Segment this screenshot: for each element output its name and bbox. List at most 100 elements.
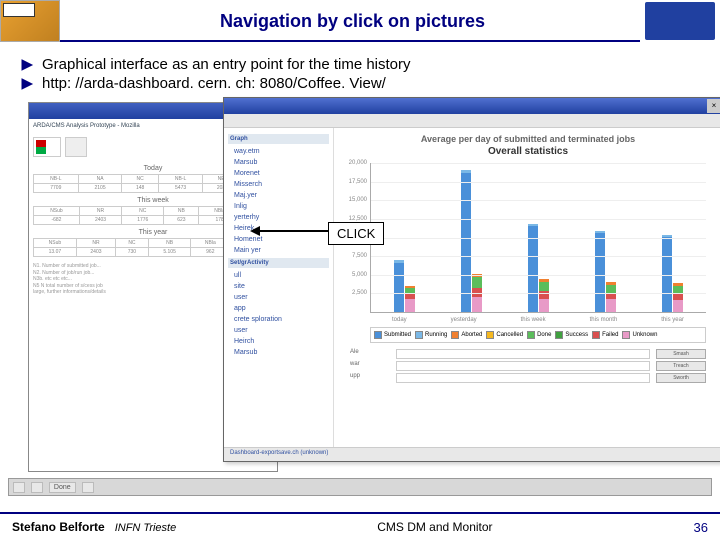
- slide-title: Navigation by click on pictures: [60, 11, 645, 32]
- sidebar-item[interactable]: app: [228, 303, 329, 314]
- legend-item: Submitted: [374, 331, 411, 339]
- x-tick: this week: [521, 317, 546, 323]
- bar: [405, 286, 415, 312]
- legend-swatch: [527, 331, 535, 339]
- bar: [606, 282, 616, 312]
- cms-logo: [0, 0, 60, 42]
- control-field[interactable]: [396, 361, 650, 371]
- legend-item: Running: [415, 331, 447, 339]
- legend-label: Unknown: [632, 332, 657, 338]
- window-titlebar: ×: [224, 98, 720, 114]
- legend-item: Done: [527, 331, 551, 339]
- arda-logo: [33, 137, 61, 157]
- bar-chart: 2,5005,0007,50010,00012,50015,00017,5002…: [370, 163, 706, 313]
- footer-author: Stefano Belforte INFN Trieste: [12, 520, 176, 534]
- control-row: upp Sworth: [350, 373, 706, 383]
- arrow-bullet-icon: [20, 77, 34, 91]
- sidebar-item[interactable]: site: [228, 281, 329, 292]
- sidebar: Graphway.etmMarsubMorenetMisserchMaj.yer…: [224, 128, 334, 447]
- legend-item: Success: [555, 331, 588, 339]
- footer-center: CMS DM and Monitor: [176, 520, 693, 534]
- x-axis: todayyesterdaythis weekthis monththis ye…: [370, 317, 706, 323]
- browser-window-front: × Graphway.etmMarsubMorenetMisserchMaj.y…: [223, 97, 720, 462]
- click-annotation: CLICK: [328, 222, 384, 245]
- sidebar-item[interactable]: Homenet: [228, 234, 329, 245]
- taskbar-item[interactable]: [13, 482, 25, 493]
- x-tick: today: [392, 317, 407, 323]
- legend-swatch: [592, 331, 600, 339]
- sidebar-item[interactable]: Morenet: [228, 168, 329, 179]
- sidebar-item[interactable]: user: [228, 325, 329, 336]
- status-url: Dashboard-exportsave.ch (unknown): [230, 450, 328, 456]
- sidebar-item[interactable]: Inlig: [228, 201, 329, 212]
- control-button[interactable]: Smash: [656, 349, 706, 359]
- slide-footer: Stefano Belforte INFN Trieste CMS DM and…: [0, 512, 720, 540]
- legend-label: Submitted: [384, 332, 411, 338]
- author-institute: INFN Trieste: [115, 522, 177, 534]
- taskbar-item[interactable]: Done: [49, 482, 76, 493]
- chart-title: Overall statistics: [340, 146, 716, 157]
- slide-header: Navigation by click on pictures: [0, 0, 720, 42]
- arrow-bullet-icon: [20, 58, 34, 72]
- bullet-2: http: //arda-dashboard. cern. ch: 8080/C…: [20, 75, 700, 92]
- sidebar-item[interactable]: Misserch: [228, 179, 329, 190]
- legend-swatch: [415, 331, 423, 339]
- sidebar-item[interactable]: Marsub: [228, 157, 329, 168]
- status-bar: Dashboard-exportsave.ch (unknown): [224, 447, 720, 461]
- page-number: 36: [694, 520, 708, 535]
- legend-swatch: [451, 331, 459, 339]
- bar: [461, 170, 471, 313]
- legend-item: Cancelled: [486, 331, 523, 339]
- sidebar-group-header: Set/grActivity: [228, 258, 329, 268]
- bullet-1: Graphical interface as an entry point fo…: [20, 56, 700, 73]
- cms-small-logo: [65, 137, 87, 157]
- infn-logo: [645, 2, 715, 40]
- bar: [673, 283, 683, 312]
- legend-swatch: [555, 331, 563, 339]
- sidebar-item[interactable]: Maj.yer: [228, 190, 329, 201]
- sidebar-item[interactable]: Heirek: [228, 223, 329, 234]
- sidebar-item[interactable]: crete sploration: [228, 314, 329, 325]
- chart-subtitle: Average per day of submitted and termina…: [340, 134, 716, 144]
- legend-item: Unknown: [622, 331, 657, 339]
- legend-label: Success: [565, 332, 588, 338]
- control-button[interactable]: Treach: [656, 361, 706, 371]
- sidebar-item[interactable]: Main yer: [228, 245, 329, 256]
- control-row: Ale Smash: [350, 349, 706, 359]
- chart-controls: Ale Smash war Treach upp Sworth: [350, 349, 706, 383]
- author-name: Stefano Belforte: [12, 520, 105, 534]
- bullet-1-text: Graphical interface as an entry point fo…: [42, 56, 411, 73]
- window-toolbar: [224, 114, 720, 128]
- os-taskbar: Done: [8, 478, 712, 496]
- bullet-2-text: http: //arda-dashboard. cern. ch: 8080/C…: [42, 75, 386, 92]
- taskbar-item[interactable]: [82, 482, 94, 493]
- sidebar-item[interactable]: user: [228, 292, 329, 303]
- sidebar-group-header: Graph: [228, 134, 329, 144]
- legend-item: Aborted: [451, 331, 482, 339]
- close-icon[interactable]: ×: [707, 99, 720, 113]
- control-label: upp: [350, 373, 390, 383]
- x-tick: yesterday: [451, 317, 477, 323]
- bar: [394, 260, 404, 313]
- legend-label: Failed: [602, 332, 618, 338]
- sidebar-item[interactable]: Heirch: [228, 336, 329, 347]
- chart-legend: Submitted Running Aborted Cancelled Done Succ…: [370, 327, 706, 343]
- x-tick: this year: [661, 317, 684, 323]
- control-field[interactable]: [396, 349, 650, 359]
- sidebar-item[interactable]: Marsub: [228, 347, 329, 358]
- legend-label: Aborted: [461, 332, 482, 338]
- taskbar-item[interactable]: [31, 482, 43, 493]
- chart-panel: Average per day of submitted and termina…: [334, 128, 720, 447]
- slide-content: Graphical interface as an entry point fo…: [0, 42, 720, 472]
- legend-label: Running: [425, 332, 447, 338]
- legend-label: Done: [537, 332, 551, 338]
- bar: [539, 279, 549, 312]
- control-label: war: [350, 361, 390, 371]
- control-button[interactable]: Sworth: [656, 373, 706, 383]
- sidebar-item[interactable]: ull: [228, 270, 329, 281]
- screenshot-area: ARDA/CMS Analysis Prototype - Mozilla To…: [28, 102, 692, 472]
- control-field[interactable]: [396, 373, 650, 383]
- sidebar-item[interactable]: way.etm: [228, 146, 329, 157]
- sidebar-item[interactable]: yerterhy: [228, 212, 329, 223]
- control-label: Ale: [350, 349, 390, 359]
